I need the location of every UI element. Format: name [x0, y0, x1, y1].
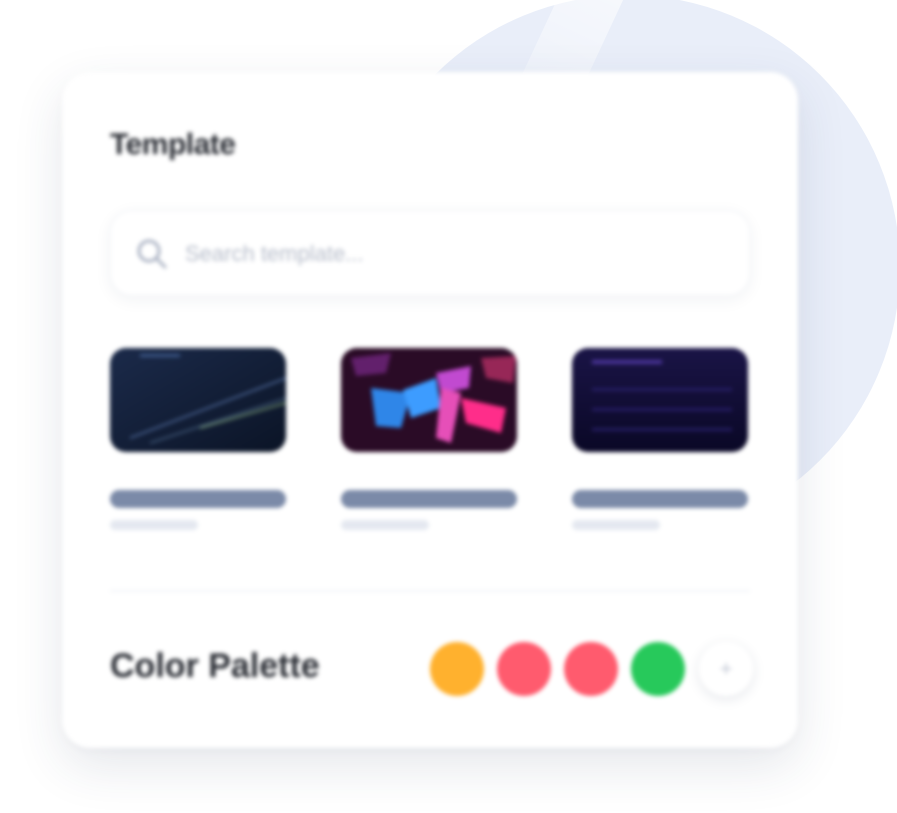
color-palette-label: Color Palette: [110, 647, 320, 685]
template-panel: Template Search template... Color Palett…: [62, 72, 798, 748]
color-swatch-3[interactable]: [564, 642, 618, 696]
template-name: [572, 490, 748, 508]
template-name: [110, 490, 286, 508]
add-color-button[interactable]: +: [699, 642, 753, 696]
template-meta: [110, 520, 198, 530]
color-swatch-1[interactable]: [430, 642, 484, 696]
search-icon: [135, 237, 169, 271]
template-name: [341, 490, 517, 508]
template-card-2[interactable]: [341, 348, 517, 530]
template-meta: [341, 520, 429, 530]
template-thumbnail: [572, 348, 748, 452]
section-divider: [110, 590, 750, 592]
template-thumbnail: [341, 348, 517, 452]
search-box[interactable]: [110, 210, 750, 296]
template-card-1[interactable]: [110, 348, 286, 530]
search-input[interactable]: [183, 229, 727, 279]
panel-title: Template: [110, 128, 236, 161]
template-meta: [572, 520, 660, 530]
color-swatch-2[interactable]: [497, 642, 551, 696]
template-card-3[interactable]: [572, 348, 748, 530]
template-thumbnail: [110, 348, 286, 452]
color-swatch-4[interactable]: [631, 642, 685, 696]
